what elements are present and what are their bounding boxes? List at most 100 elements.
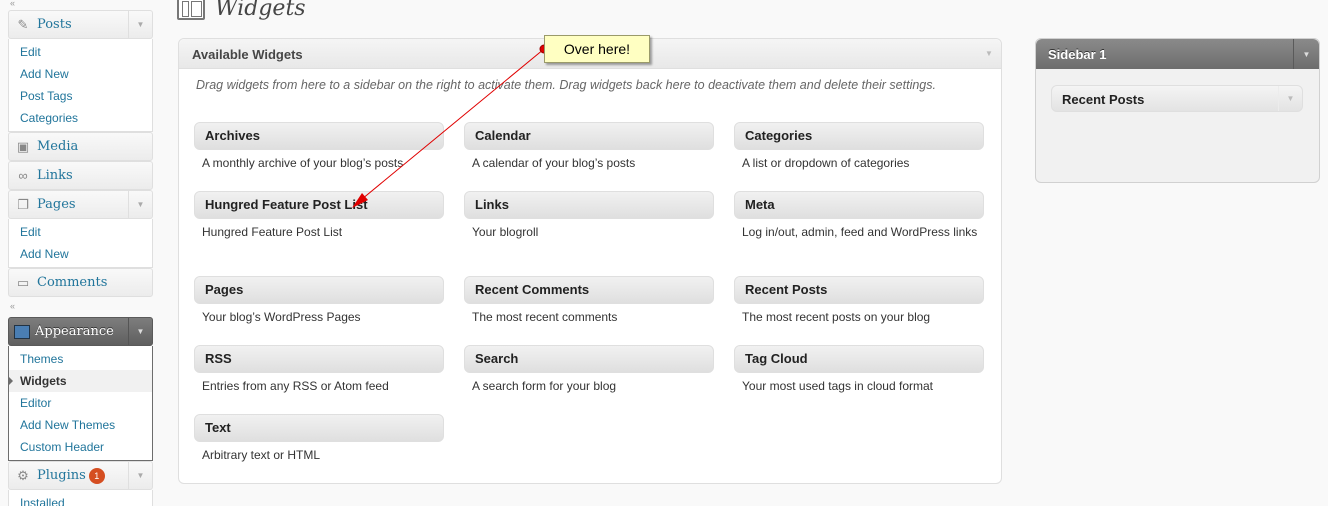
menu-separator: « [8,297,153,317]
menu-posts-label: Posts [37,17,72,32]
menu-posts[interactable]: ✎ Posts ▼ [8,10,153,39]
submenu-pages-edit[interactable]: Edit [9,221,152,243]
menu-comments-label: Comments [37,275,108,290]
widget-links[interactable]: Links Your blogroll [464,191,714,240]
widget-title[interactable]: Calendar [464,122,714,150]
widget-description: A monthly archive of your blog’s posts [202,156,404,170]
triangle-down-icon[interactable]: ▼ [128,11,152,38]
submenu-appearance-add-new-themes[interactable]: Add New Themes [9,414,152,436]
update-count-badge: 1 [88,467,105,484]
widget-title[interactable]: Pages [194,276,444,304]
menu-plugins[interactable]: ⚙ Plugins 1 ▼ [8,461,153,490]
widget-recent-comments[interactable]: Recent Comments The most recent comments [464,276,714,325]
available-widgets-panel: Available Widgets ▼ Drag widgets from he… [178,38,1002,484]
menu-appearance[interactable]: Appearance ▼ [8,317,153,346]
submenu-appearance-widgets[interactable]: Widgets [8,370,152,392]
menu-comments[interactable]: ▭ Comments [8,268,153,297]
widget-title[interactable]: Text [194,414,444,442]
widget-description: Your blog’s WordPress Pages [202,310,361,324]
widget-title[interactable]: Tag Cloud [734,345,984,373]
widget-description: The most recent posts on your blog [742,310,931,324]
sidebar-1-panel: Sidebar 1 ▼ Recent Posts ▼ [1035,38,1320,183]
submenu-plugins-installed[interactable]: Installed [9,492,152,506]
annotation-callout: Over here! [544,35,650,63]
available-widgets-description: Drag widgets from here to a sidebar on t… [196,78,936,92]
menu-plugins-label: Plugins [37,468,86,483]
submenu-plugins: Installed [8,490,153,506]
comment-icon: ▭ [16,274,30,290]
submenu-posts: Edit Add New Post Tags Categories [8,39,153,132]
pushpin-icon: ✎ [17,16,29,32]
widgets-page-icon [177,0,205,20]
widget-title[interactable]: Categories [734,122,984,150]
widget-calendar[interactable]: Calendar A calendar of your blog’s posts [464,122,714,171]
widget-title[interactable]: Archives [194,122,444,150]
widget-hungred-feature-post-list[interactable]: Hungred Feature Post List Hungred Featur… [194,191,444,240]
link-icon: ∞ [18,168,28,183]
menu-pages-label: Pages [37,197,76,212]
widget-title[interactable]: Meta [734,191,984,219]
submenu-posts-post-tags[interactable]: Post Tags [9,85,152,107]
admin-menu: « ✎ Posts ▼ Edit Add New Post Tags Categ… [8,0,153,506]
widget-title[interactable]: Links [464,191,714,219]
widget-categories[interactable]: Categories A list or dropdown of categor… [734,122,984,171]
triangle-down-icon[interactable]: ▼ [977,39,1001,68]
triangle-down-icon[interactable]: ▼ [128,191,152,218]
triangle-down-icon[interactable]: ▼ [1278,86,1302,111]
widget-description: Your most used tags in cloud format [742,379,933,393]
menu-pages[interactable]: ❐ Pages ▼ [8,190,153,219]
widget-description: Hungred Feature Post List [202,225,343,239]
triangle-down-icon[interactable]: ▼ [128,318,152,345]
menu-separator: « [8,0,153,10]
available-widgets-title: Available Widgets [192,47,303,62]
widget-pages[interactable]: Pages Your blog’s WordPress Pages [194,276,444,325]
submenu-appearance-custom-header[interactable]: Custom Header [9,436,152,458]
submenu-appearance-themes[interactable]: Themes [9,348,152,370]
widget-title[interactable]: Recent Comments [464,276,714,304]
widget-description: Entries from any RSS or Atom feed [202,379,389,393]
plug-icon: ⚙ [17,467,29,483]
widget-archives[interactable]: Archives A monthly archive of your blog’… [194,122,444,171]
sidebar-1-title: Sidebar 1 [1048,47,1107,62]
page-title: Widgets [215,0,306,21]
menu-appearance-label: Appearance [35,324,114,339]
submenu-appearance-editor[interactable]: Editor [9,392,152,414]
menu-media[interactable]: ▣ Media [8,132,153,161]
sidebar-widget-recent-posts[interactable]: Recent Posts ▼ [1051,85,1303,112]
widget-description: A search form for your blog [472,379,617,393]
submenu-posts-categories[interactable]: Categories [9,107,152,129]
widget-tag-cloud[interactable]: Tag Cloud Your most used tags in cloud f… [734,345,984,394]
menu-links-label: Links [37,168,73,183]
widget-title[interactable]: Recent Posts [734,276,984,304]
menu-media-label: Media [37,139,79,154]
submenu-posts-add-new[interactable]: Add New [9,63,152,85]
triangle-down-icon[interactable]: ▼ [128,462,152,489]
appearance-icon [14,324,30,339]
widget-text[interactable]: Text Arbitrary text or HTML [194,414,444,463]
widget-description: Your blogroll [472,225,539,239]
media-icon: ▣ [16,138,30,154]
widget-description: Arbitrary text or HTML [202,448,321,462]
widget-description: The most recent comments [472,310,618,324]
widget-description: A list or dropdown of categories [742,156,910,170]
widget-meta[interactable]: Meta Log in/out, admin, feed and WordPre… [734,191,984,240]
widget-title[interactable]: Search [464,345,714,373]
widget-search[interactable]: Search A search form for your blog [464,345,714,394]
submenu-posts-edit[interactable]: Edit [9,41,152,63]
widget-rss[interactable]: RSS Entries from any RSS or Atom feed [194,345,444,394]
collapse-arrows-icon[interactable]: « [10,301,15,311]
collapse-arrows-icon[interactable]: « [10,0,15,8]
submenu-appearance: Themes Widgets Editor Add New Themes Cus… [8,346,153,461]
triangle-down-icon[interactable]: ▼ [1293,39,1319,69]
widget-description: Log in/out, admin, feed and WordPress li… [742,225,978,239]
pages-icon: ❐ [17,196,29,212]
widget-title[interactable]: RSS [194,345,444,373]
sidebar-widget-title: Recent Posts [1062,92,1145,107]
sidebar-1-header[interactable]: Sidebar 1 ▼ [1036,39,1319,69]
widget-title[interactable]: Hungred Feature Post List [194,191,444,219]
widget-description: A calendar of your blog’s posts [472,156,636,170]
submenu-pages-add-new[interactable]: Add New [9,243,152,265]
submenu-pages: Edit Add New [8,219,153,268]
menu-links[interactable]: ∞ Links [8,161,153,190]
widget-recent-posts[interactable]: Recent Posts The most recent posts on yo… [734,276,984,325]
